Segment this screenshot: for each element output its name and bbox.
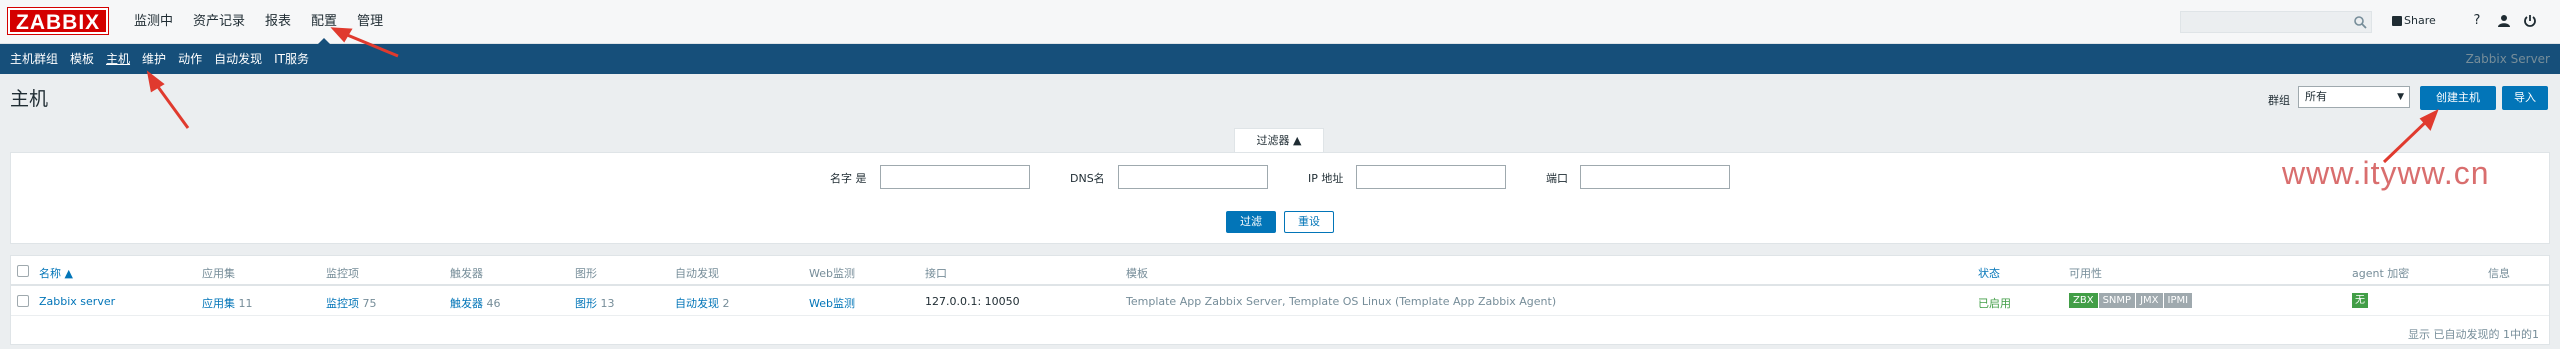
server-name: Zabbix Server xyxy=(2465,52,2550,66)
sub-menu: 主机群组 模板 主机 维护 动作 自动发现 IT服务 Zabbix Server xyxy=(0,44,2560,74)
page-title: 主机 xyxy=(10,88,49,110)
chevron-down-icon: ▼ xyxy=(2397,92,2404,102)
row-checkbox[interactable] xyxy=(17,295,29,307)
availability-ipmi: IPMI xyxy=(2163,293,2193,308)
availability-jmx: JMX xyxy=(2136,293,2163,308)
col-graphs: 图形 xyxy=(575,267,597,280)
share-label: Share xyxy=(2404,14,2436,27)
help-icon[interactable]: ? xyxy=(2469,13,2485,29)
arrow-hosts xyxy=(151,79,190,129)
col-web: Web监测 xyxy=(809,267,855,280)
encryption-badge: 无 xyxy=(2352,293,2368,308)
col-triggers: 触发器 xyxy=(450,267,483,280)
create-host-button[interactable]: 创建主机 xyxy=(2420,86,2496,110)
submenu-hosts[interactable]: 主机 xyxy=(100,44,136,74)
menu-configuration[interactable]: 配置 xyxy=(301,0,347,44)
submenu-host-groups[interactable]: 主机群组 xyxy=(4,44,64,74)
availability-zbx: ZBX xyxy=(2069,293,2098,308)
table-header: 名称 ▲ 应用集 监控项 触发器 图形 自动发现 Web监测 接口 模板 状态 … xyxy=(11,256,2549,286)
filter-apply-button[interactable]: 过滤 xyxy=(1226,211,1276,233)
search-input[interactable] xyxy=(2181,12,2351,32)
col-interface: 接口 xyxy=(925,267,947,280)
filter-tab[interactable]: 过滤器 ▲ xyxy=(1234,128,1324,152)
submenu-actions[interactable]: 动作 xyxy=(172,44,208,74)
items-link[interactable]: 监控项 xyxy=(326,297,359,310)
power-icon[interactable] xyxy=(2522,13,2538,29)
arrow-head-create-host xyxy=(2419,108,2439,131)
group-label: 群组 xyxy=(2268,94,2290,107)
host-name-link[interactable]: Zabbix server xyxy=(39,295,115,308)
col-apps: 应用集 xyxy=(202,267,235,280)
availability-tags: ZBX SNMP JMX IPMI xyxy=(2069,293,2193,308)
hosts-table: 名称 ▲ 应用集 监控项 触发器 图形 自动发现 Web监测 接口 模板 状态 … xyxy=(10,255,2550,345)
apps-link[interactable]: 应用集 xyxy=(202,297,235,310)
watermark: www.ityww.cn xyxy=(2282,155,2490,191)
graphs-link[interactable]: 图形 xyxy=(575,297,597,310)
interface-cell: 127.0.0.1: 10050 xyxy=(925,295,1020,308)
filter-port-input[interactable] xyxy=(1580,165,1730,189)
graphs-cell: 图形 13 xyxy=(575,295,615,311)
filter-port-label: 端口 xyxy=(1546,172,1568,185)
availability-snmp: SNMP xyxy=(2098,293,2136,308)
group-select-value: 所有 xyxy=(2305,90,2327,103)
top-bar: ZABBIX 监测中 资产记录 报表 配置 管理 Share ? xyxy=(0,0,2560,44)
triggers-count: 46 xyxy=(486,297,501,310)
submenu-templates[interactable]: 模板 xyxy=(64,44,100,74)
discovery-cell: 自动发现 2 xyxy=(675,295,730,311)
col-templates: 模板 xyxy=(1126,267,1148,280)
arrow-head-hosts xyxy=(146,70,165,93)
filter-panel xyxy=(10,152,2550,244)
col-agent-encryption: agent 加密 xyxy=(2352,267,2410,280)
filter-ip-label: IP 地址 xyxy=(1308,172,1344,185)
filter-name-label: 名字 是 xyxy=(830,172,867,185)
filter-name-input[interactable] xyxy=(880,165,1030,189)
apps-cell: 应用集 11 xyxy=(202,295,253,311)
web-link[interactable]: Web监测 xyxy=(809,295,855,311)
col-discovery: 自动发现 xyxy=(675,267,719,280)
col-status[interactable]: 状态 xyxy=(1978,265,2000,281)
menu-reports[interactable]: 报表 xyxy=(255,0,301,44)
search-icon[interactable] xyxy=(2353,15,2367,29)
apps-count: 11 xyxy=(238,297,253,310)
submenu-maintenance[interactable]: 维护 xyxy=(136,44,172,74)
discovery-count: 2 xyxy=(722,297,730,310)
graphs-count: 13 xyxy=(600,297,615,310)
share-icon xyxy=(2392,15,2402,26)
triggers-link[interactable]: 触发器 xyxy=(450,297,483,310)
items-count: 75 xyxy=(362,297,377,310)
user-icon[interactable] xyxy=(2496,13,2512,29)
templates-cell[interactable]: Template App Zabbix Server, Template OS … xyxy=(1126,295,1556,308)
col-info: 信息 xyxy=(2488,267,2510,280)
table-footer: 显示 已自动发现的 1中的1 xyxy=(2408,328,2539,341)
filter-ip-input[interactable] xyxy=(1356,165,1506,189)
menu-monitoring[interactable]: 监测中 xyxy=(124,0,183,44)
filter-dns-input[interactable] xyxy=(1118,165,1268,189)
main-menu: 监测中 资产记录 报表 配置 管理 xyxy=(124,0,393,44)
submenu-it-services[interactable]: IT服务 xyxy=(268,44,315,74)
table-row: Zabbix server 应用集 11 监控项 75 触发器 46 图形 13… xyxy=(11,286,2549,316)
submenu-discovery[interactable]: 自动发现 xyxy=(208,44,268,74)
zabbix-logo[interactable]: ZABBIX xyxy=(6,7,110,35)
filter-reset-button[interactable]: 重设 xyxy=(1284,211,1334,233)
global-search xyxy=(2180,11,2372,33)
status-enabled[interactable]: 已启用 xyxy=(1978,295,2011,311)
menu-administration[interactable]: 管理 xyxy=(347,0,393,44)
col-availability: 可用性 xyxy=(2069,267,2102,280)
discovery-link[interactable]: 自动发现 xyxy=(675,297,719,310)
filter-dns-label: DNS名 xyxy=(1070,172,1105,185)
select-all-checkbox[interactable] xyxy=(17,265,29,277)
import-button[interactable]: 导入 xyxy=(2502,86,2548,110)
items-cell: 监控项 75 xyxy=(326,295,377,311)
menu-inventory[interactable]: 资产记录 xyxy=(183,0,255,44)
triggers-cell: 触发器 46 xyxy=(450,295,501,311)
share-button[interactable]: Share xyxy=(2392,14,2436,27)
col-items: 监控项 xyxy=(326,267,359,280)
group-select[interactable]: 所有 ▼ xyxy=(2298,86,2410,108)
col-name[interactable]: 名称 ▲ xyxy=(39,265,73,281)
